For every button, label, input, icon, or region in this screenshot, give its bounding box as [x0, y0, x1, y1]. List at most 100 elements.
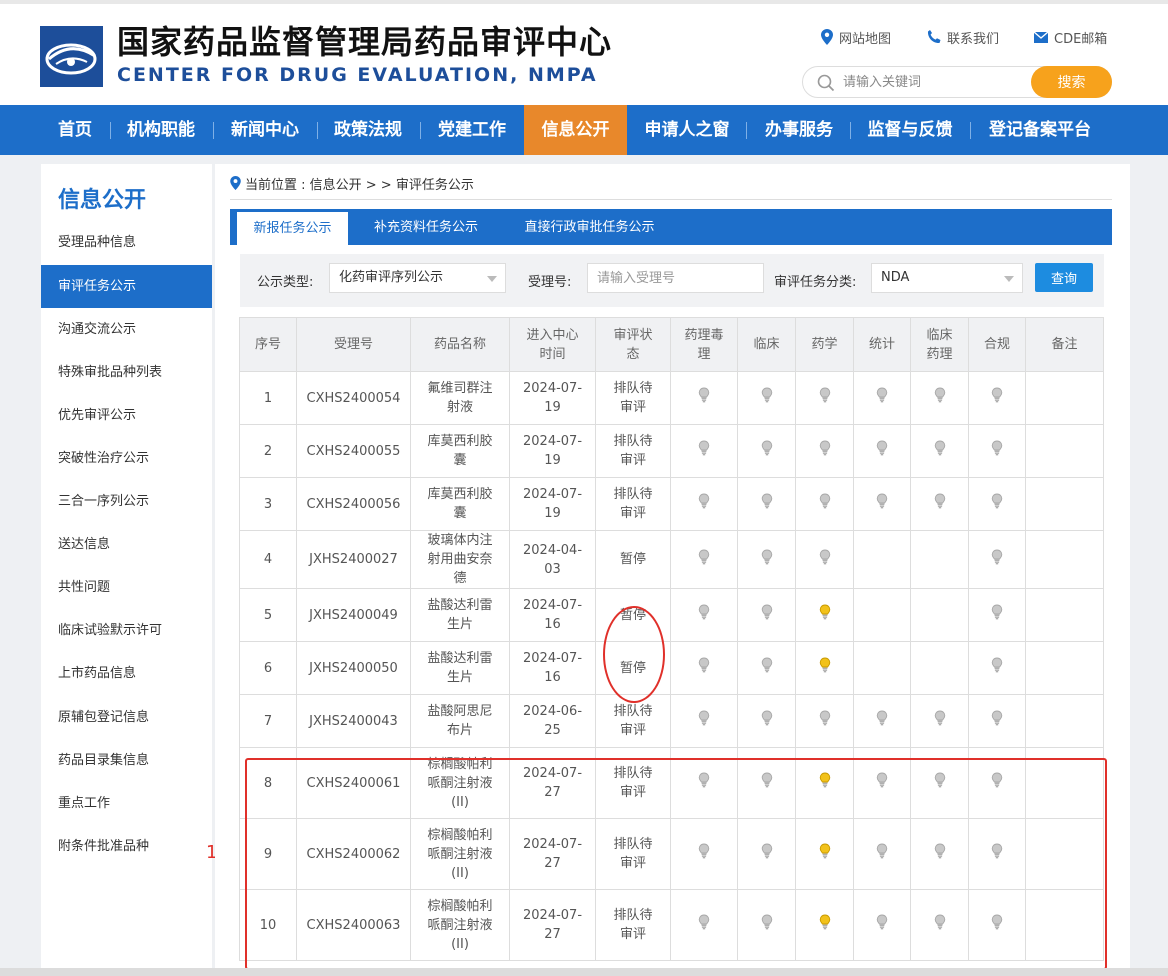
- cde-logo[interactable]: [40, 26, 103, 87]
- bulb-icon: [991, 843, 1003, 865]
- review-progress-cell: [795, 530, 854, 589]
- nav-services[interactable]: 办事服务: [755, 105, 843, 155]
- sidebar-item-review-tasks[interactable]: 审评任务公示: [41, 265, 212, 308]
- review-progress-cell: [968, 694, 1026, 748]
- review-progress-cell: [968, 530, 1026, 589]
- bulb-icon: [876, 440, 888, 462]
- col-header: 序号: [239, 317, 297, 372]
- site-subtitle: CENTER FOR DRUG EVALUATION, NMPA: [117, 64, 598, 86]
- sidebar-item-excipient-registration[interactable]: 原辅包登记信息: [41, 696, 212, 739]
- acceptance-number: JXHS2400043: [296, 694, 411, 748]
- cde-mail-link[interactable]: CDE邮箱: [1034, 28, 1107, 47]
- review-progress-cell: [795, 424, 854, 478]
- nav-institution[interactable]: 机构职能: [117, 105, 205, 155]
- table-row: 1 CXHS2400054 氟维司群注射液 2024-07-19 排队待审评: [239, 371, 1104, 425]
- sidebar-item-marketed-drugs[interactable]: 上市药品信息: [41, 652, 212, 695]
- query-button[interactable]: 查询: [1035, 263, 1093, 292]
- lit-bulb-icon: [819, 772, 831, 794]
- entry-date: 2024-07-19: [509, 371, 596, 425]
- table-row: 4 JXHS2400027 玻璃体内注射用曲安奈德 2024-04-03 暂停: [239, 530, 1104, 589]
- nav-registration[interactable]: 登记备案平台: [979, 105, 1101, 155]
- bulb-icon: [991, 493, 1003, 515]
- col-header: 审评状态: [595, 317, 671, 372]
- bulb-icon: [761, 549, 773, 571]
- review-progress-cell: [968, 477, 1026, 531]
- review-progress-cell: [670, 371, 738, 425]
- review-progress-cell: [853, 641, 911, 695]
- table-row: 8 CXHS2400061 棕榈酸帕利哌酮注射液(II) 2024-07-27 排队待审…: [239, 747, 1104, 819]
- review-progress-cell: [670, 530, 738, 589]
- tab-new-tasks[interactable]: 新报任务公示: [237, 212, 348, 245]
- site-search-input[interactable]: [843, 72, 1023, 92]
- table-row: 10 CXHS2400063 棕榈酸帕利哌酮注射液(II) 2024-07-27 排队待…: [239, 889, 1104, 961]
- bulb-icon: [698, 843, 710, 865]
- bulb-icon: [934, 843, 946, 865]
- nav-news[interactable]: 新闻中心: [221, 105, 309, 155]
- bulb-icon: [761, 604, 773, 626]
- entry-date: 2024-04-03: [509, 530, 596, 589]
- sidebar-item-conditional-approval[interactable]: 附条件批准品种: [41, 825, 212, 868]
- sidebar-item-breakthrough[interactable]: 突破性治疗公示: [41, 437, 212, 480]
- bulb-icon: [819, 387, 831, 409]
- remarks: [1025, 818, 1104, 890]
- site-search-button[interactable]: 搜索: [1031, 66, 1112, 98]
- sidebar-item-special-approval[interactable]: 特殊审批品种列表: [41, 351, 212, 394]
- notice-type-select[interactable]: 化药审评序列公示: [329, 263, 506, 293]
- bulb-icon: [698, 549, 710, 571]
- nav-info-disclosure[interactable]: 信息公开: [524, 105, 627, 155]
- nav-divider: [213, 122, 214, 139]
- sidebar-item-key-work[interactable]: 重点工作: [41, 782, 212, 825]
- entry-date: 2024-07-19: [509, 424, 596, 478]
- sidebar-item-delivery[interactable]: 送达信息: [41, 523, 212, 566]
- sidebar-item-accepted-varieties[interactable]: 受理品种信息: [41, 221, 212, 264]
- review-progress-cell: [853, 424, 911, 478]
- tab-supplementary-tasks[interactable]: 补充资料任务公示: [364, 209, 488, 245]
- nav-party[interactable]: 党建工作: [428, 105, 516, 155]
- task-tabs: 新报任务公示 补充资料任务公示 直接行政审批任务公示: [230, 209, 1112, 245]
- review-progress-cell: [968, 371, 1026, 425]
- nav-feedback[interactable]: 监督与反馈: [858, 105, 962, 155]
- review-status: 排队待审评: [595, 889, 671, 961]
- task-category-label: 审评任务分类:: [774, 275, 857, 290]
- sitemap-label: 网站地图: [839, 31, 892, 47]
- sidebar-item-priority-review[interactable]: 优先审评公示: [41, 394, 212, 437]
- acceptance-number: CXHS2400062: [296, 818, 411, 890]
- nav-divider: [850, 122, 851, 139]
- nav-applicant[interactable]: 申请人之窗: [635, 105, 739, 155]
- review-progress-cell: [795, 477, 854, 531]
- chevron-down-icon: [1004, 276, 1014, 282]
- sidebar-item-communication[interactable]: 沟通交流公示: [41, 308, 212, 351]
- review-progress-cell: [737, 818, 796, 890]
- review-status: 排队待审评: [595, 694, 671, 748]
- bulb-icon: [991, 604, 1003, 626]
- sidebar-item-drug-catalog[interactable]: 药品目录集信息: [41, 739, 212, 782]
- acceptance-no-input[interactable]: [587, 263, 764, 293]
- review-status: 排队待审评: [595, 424, 671, 478]
- nav-home[interactable]: 首页: [47, 105, 103, 155]
- review-progress-cell: [853, 530, 911, 589]
- remarks: [1025, 747, 1104, 819]
- sitemap-link[interactable]: 网站地图: [821, 28, 892, 47]
- sidebar-item-clinical-trial[interactable]: 临床试验默示许可: [41, 609, 212, 652]
- task-category-select[interactable]: NDA: [871, 263, 1023, 293]
- review-progress-cell: [795, 747, 854, 819]
- row-number: 2: [239, 424, 297, 478]
- review-progress-cell: [853, 588, 911, 642]
- review-progress-cell: [737, 694, 796, 748]
- bulb-icon: [876, 772, 888, 794]
- sidebar-item-three-in-one[interactable]: 三合一序列公示: [41, 480, 212, 523]
- site-search: 搜索: [802, 66, 1112, 98]
- review-progress-cell: [795, 371, 854, 425]
- tab-direct-approval-tasks[interactable]: 直接行政审批任务公示: [512, 209, 667, 245]
- bulb-icon: [934, 914, 946, 936]
- nav-policy[interactable]: 政策法规: [324, 105, 412, 155]
- review-progress-cell: [737, 588, 796, 642]
- bulb-icon: [876, 493, 888, 515]
- review-progress-cell: [910, 818, 969, 890]
- bulb-icon: [761, 440, 773, 462]
- sidebar-item-common-issues[interactable]: 共性问题: [41, 566, 212, 609]
- entry-date: 2024-07-19: [509, 477, 596, 531]
- nav-divider: [970, 122, 971, 139]
- bulb-icon: [876, 843, 888, 865]
- contact-link[interactable]: 联系我们: [927, 28, 999, 47]
